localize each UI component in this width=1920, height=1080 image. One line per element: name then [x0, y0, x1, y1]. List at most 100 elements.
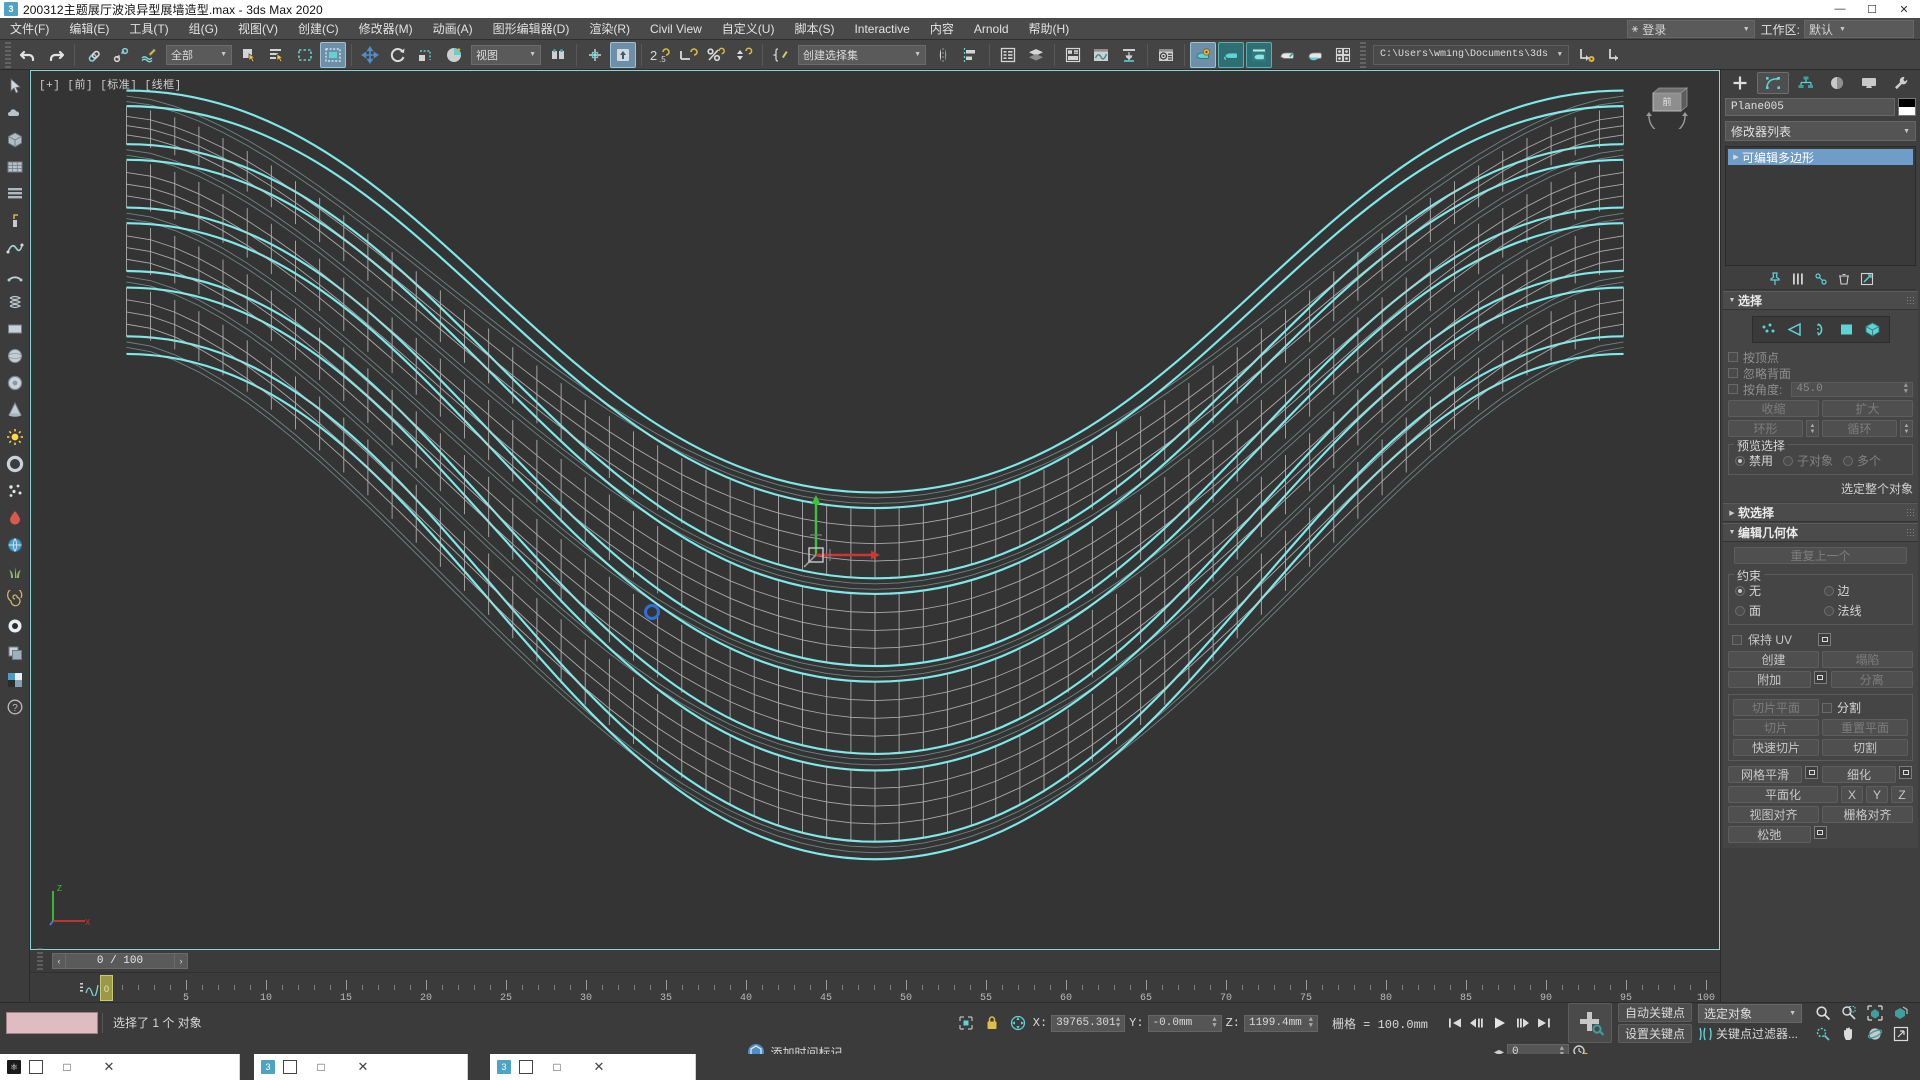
rollout-drag-dots[interactable] [1906, 528, 1915, 537]
rollout-drag-dots[interactable] [1906, 508, 1915, 517]
tab-display[interactable] [1854, 72, 1884, 94]
preview-disabled-radio[interactable] [1735, 455, 1745, 466]
menu-animation[interactable]: 动画(A) [423, 18, 483, 40]
preview-multiple-radio[interactable] [1843, 455, 1854, 466]
prev-frame-button[interactable]: ‹ [52, 953, 66, 969]
tab-motion[interactable] [1822, 72, 1852, 94]
loop-button[interactable]: 循环 [1822, 420, 1897, 437]
menu-modifiers[interactable]: 修改器(M) [349, 18, 423, 40]
timeline-ruler[interactable]: 5 10 15 20 25 30 35 40 45 50 55 60 65 70 75 80 85 90 95 100… [30, 972, 1720, 1004]
remove-modifier-icon[interactable] [1836, 271, 1852, 287]
collapse-button[interactable]: 塌陷 [1822, 651, 1913, 668]
close-icon[interactable]: ✕ [577, 1059, 621, 1075]
circle-icon[interactable] [3, 371, 27, 395]
select-and-scale-icon[interactable] [413, 42, 439, 68]
selection-lock-region-icon[interactable] [955, 1014, 977, 1033]
select-object-icon[interactable] [236, 42, 262, 68]
set-key-mode-button[interactable] [1567, 1003, 1612, 1043]
element-level-button[interactable] [1860, 319, 1885, 340]
menu-views[interactable]: 视图(V) [228, 18, 288, 40]
menu-create[interactable]: 创建(C) [288, 18, 349, 40]
orbit-icon[interactable] [1864, 1024, 1886, 1043]
coord-x-field[interactable]: 39765.301 ▲ ▼ [1051, 1014, 1126, 1032]
save-project-icon[interactable] [1574, 42, 1600, 68]
edit-named-selection-sets-icon[interactable] [768, 42, 794, 68]
constraint-none-radio[interactable] [1735, 585, 1745, 596]
show-end-result-icon[interactable] [1790, 271, 1806, 287]
next-frame-button[interactable]: › [174, 953, 188, 969]
modifier-list-dropdown[interactable]: 修改器列表 ▼ [1725, 121, 1916, 141]
timeline-playhead[interactable]: 0 [100, 975, 113, 1001]
percent-snap-toggle-icon[interactable] [703, 42, 729, 68]
play-animation-icon[interactable] [1488, 1015, 1512, 1032]
menu-help[interactable]: 帮助(H) [1019, 18, 1080, 40]
grow-button[interactable]: 扩大 [1822, 400, 1913, 417]
spiral-icon[interactable] [3, 587, 27, 611]
sphere-solid-icon[interactable] [3, 614, 27, 638]
tab-modify[interactable] [1756, 72, 1789, 94]
menu-scripting[interactable]: 脚本(S) [784, 18, 844, 40]
select-and-rotate-icon[interactable] [385, 42, 411, 68]
make-planar-button[interactable]: 平面化 [1728, 786, 1838, 803]
zoom-extents-all-icon[interactable] [1890, 1003, 1912, 1022]
tab-create[interactable] [1725, 72, 1755, 94]
window-crossing-toggle-icon[interactable] [320, 41, 346, 68]
absolute-relative-transform-icon[interactable] [1007, 1014, 1029, 1033]
cloud-icon[interactable] [3, 101, 27, 125]
curve-editor-icon[interactable] [1088, 42, 1114, 68]
slice-plane-button[interactable]: 切片平面 [1733, 699, 1819, 716]
globe-icon[interactable] [3, 533, 27, 557]
render-setup-icon[interactable] [1190, 41, 1216, 68]
preview-multiple-radio-row[interactable]: 多个 [1843, 452, 1881, 469]
soft-selection-rollout-header[interactable]: ▶ 软选择 [1723, 503, 1918, 522]
menu-graph-editors[interactable]: 图形编辑器(D) [483, 18, 580, 40]
pin-stack-icon[interactable] [1767, 271, 1783, 287]
tab-hierarchy[interactable] [1791, 72, 1821, 94]
schematic-view-icon[interactable] [1116, 42, 1142, 68]
attach-button[interactable]: 附加 [1728, 671, 1811, 688]
taskbar-window-3[interactable]: 3 □ ✕ [490, 1054, 696, 1080]
tessellate-button[interactable]: 细化 [1822, 766, 1896, 783]
toggle-scene-explorer-icon[interactable] [995, 42, 1021, 68]
rectangular-selection-region-icon[interactable] [292, 42, 318, 68]
mirror-icon[interactable] [930, 42, 956, 68]
restore-icon[interactable] [519, 1060, 533, 1074]
relax-button[interactable]: 松弛 [1728, 826, 1811, 843]
open-asset-tracking-icon[interactable] [1330, 42, 1356, 68]
pan-hand-icon[interactable] [1838, 1024, 1860, 1043]
maximize-viewport-toggle-icon[interactable] [1890, 1024, 1912, 1043]
grass-icon[interactable] [3, 560, 27, 584]
ring-spinner[interactable]: ▲ ▼ [1806, 420, 1819, 437]
restore-icon[interactable] [283, 1060, 297, 1074]
select-by-name-icon[interactable] [264, 42, 290, 68]
zoom-extents-icon[interactable] [1864, 1003, 1886, 1022]
constraint-normal-row[interactable]: 法线 [1823, 602, 1907, 619]
menu-arnold[interactable]: Arnold [964, 18, 1019, 40]
align-icon[interactable] [958, 42, 984, 68]
spinner-arrows-icon[interactable]: ▲▼ [1212, 1017, 1216, 1030]
project-path-combo[interactable]: C:\Users\wming\Documents\3ds Max 2020 ▼ [1373, 44, 1569, 65]
preserve-uv-checkbox[interactable] [1732, 634, 1742, 645]
grid-plane-icon[interactable] [3, 155, 27, 179]
constraint-edge-row[interactable]: 边 [1823, 582, 1907, 599]
sphere-icon[interactable] [3, 344, 27, 368]
object-color-swatch[interactable] [1898, 98, 1916, 116]
coord-z-field[interactable]: 1199.4mm ▲ ▼ [1243, 1014, 1318, 1032]
restore-icon[interactable] [29, 1060, 43, 1074]
undo-icon[interactable] [15, 42, 41, 68]
menu-interactive[interactable]: Interactive [844, 18, 919, 40]
ignore-backfacing-checkbox-row[interactable]: 忽略背面 [1728, 365, 1913, 381]
spray-icon[interactable] [3, 209, 27, 233]
selection-lock-toggle-icon[interactable] [981, 1014, 1003, 1033]
taskbar-window-2[interactable]: 3 □ ✕ [254, 1054, 468, 1080]
rectangle-shape-icon[interactable] [3, 317, 27, 341]
close-icon[interactable]: ✕ [341, 1059, 385, 1075]
tessellate-settings-icon[interactable] [1899, 766, 1912, 779]
next-frame-icon[interactable] [1514, 1015, 1533, 1032]
save-project-as-icon[interactable] [1602, 42, 1628, 68]
shrink-button[interactable]: 收缩 [1728, 400, 1819, 417]
box-icon[interactable] [3, 128, 27, 152]
ring-button[interactable]: 环形 [1728, 420, 1803, 437]
spline-icon[interactable] [3, 236, 27, 260]
select-and-link-icon[interactable] [80, 42, 106, 68]
